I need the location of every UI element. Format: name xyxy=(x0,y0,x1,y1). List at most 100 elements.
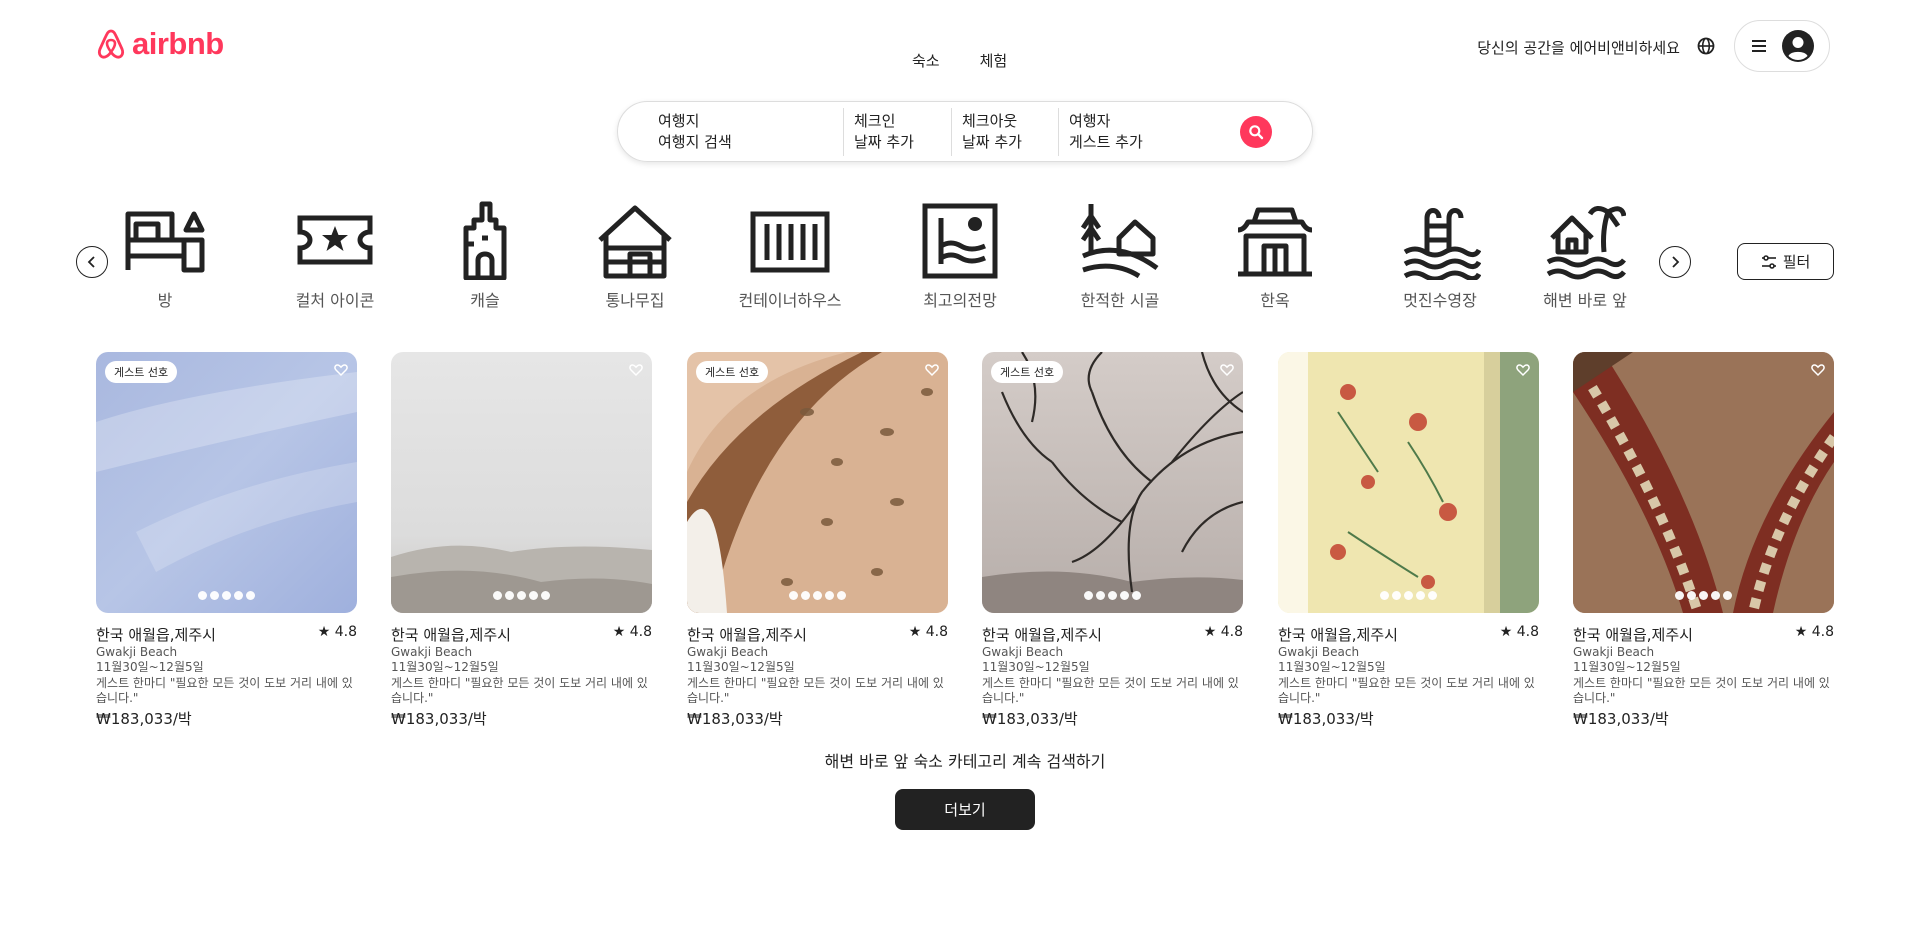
category-next-button[interactable] xyxy=(1659,246,1691,278)
photo-dot[interactable] xyxy=(517,591,526,600)
checkin-value: 날짜 추가 xyxy=(854,132,914,151)
listing-photo[interactable]: 게스트 선호 xyxy=(96,352,357,613)
photo-dot[interactable] xyxy=(1132,591,1141,600)
photo-dot[interactable] xyxy=(1084,591,1093,600)
listing-dates: 11월30일~12월5일 xyxy=(96,660,204,674)
listing-card[interactable]: 한국 애월읍,제주시 ★ 4.8 Gwakji Beach 11월30일~12월… xyxy=(1573,352,1834,729)
category-countryside[interactable]: 한적한 시골 xyxy=(1040,200,1200,311)
heart-icon[interactable] xyxy=(1220,363,1234,377)
tab-experiences[interactable]: 체험 xyxy=(980,50,1008,71)
photo-dot[interactable] xyxy=(541,591,550,600)
chevron-left-icon xyxy=(87,256,95,268)
category-best-view[interactable]: 최고의전망 xyxy=(880,200,1040,311)
category-hanok[interactable]: 한옥 xyxy=(1210,200,1340,311)
listing-price: ₩183,033/박 xyxy=(687,710,783,728)
photo-dot[interactable] xyxy=(493,591,502,600)
globe-icon[interactable] xyxy=(1696,36,1716,56)
tab-stays[interactable]: 숙소 xyxy=(912,50,940,71)
photo-dot[interactable] xyxy=(1404,591,1413,600)
listing-photo[interactable]: 게스트 선호 xyxy=(982,352,1243,613)
listing-price: ₩183,033/박 xyxy=(1573,710,1669,728)
category-label: 한옥 xyxy=(1260,291,1290,310)
photo-dot[interactable] xyxy=(234,591,243,600)
category-label: 방 xyxy=(157,291,173,310)
category-castle[interactable]: 캐슬 xyxy=(420,200,550,311)
photo-dot[interactable] xyxy=(1096,591,1105,600)
listing-rating: ★ 4.8 xyxy=(613,624,652,645)
category-bar: 방 컬처 아이콘 캐슬 통나무집 컨테이너하우스 최고의전망 한적한 시골 한옥… xyxy=(100,200,1640,310)
photo-dot[interactable] xyxy=(801,591,810,600)
photo-dot[interactable] xyxy=(1723,591,1732,600)
listing-review: 게스트 한마디 "필요한 모든 것이 도보 거리 내에 있습니다." xyxy=(1573,676,1830,705)
photo-dot[interactable] xyxy=(246,591,255,600)
photo-dot[interactable] xyxy=(1392,591,1401,600)
category-log-cabin[interactable]: 통나무집 xyxy=(570,200,700,311)
location-input[interactable]: 여행지 검색 xyxy=(658,132,843,153)
photo-dot[interactable] xyxy=(825,591,834,600)
guests-value: 게스트 추가 xyxy=(1069,132,1143,151)
checkin-field[interactable]: 체크인 날짜 추가 xyxy=(843,107,951,156)
photo-dot[interactable] xyxy=(813,591,822,600)
checkout-field[interactable]: 체크아웃 날짜 추가 xyxy=(951,107,1058,156)
listing-location: Gwakji Beach xyxy=(391,645,473,659)
rating-value: 4.8 xyxy=(1516,624,1539,640)
listing-card[interactable]: 게스트 선호 한국 애월읍,제주시 ★ 4.8 Gwakji Beach 11월… xyxy=(687,352,948,729)
photo-dot[interactable] xyxy=(1428,591,1437,600)
castle-icon xyxy=(463,201,507,280)
photo-dot[interactable] xyxy=(1380,591,1389,600)
heart-icon[interactable] xyxy=(1516,363,1530,377)
listing-review: 게스트 한마디 "필요한 모든 것이 도보 거리 내에 있습니다." xyxy=(96,676,353,705)
heart-icon[interactable] xyxy=(334,363,348,377)
category-label: 통나무집 xyxy=(605,291,665,310)
bed-icon xyxy=(125,211,205,273)
category-room[interactable]: 방 xyxy=(100,200,230,311)
heart-icon[interactable] xyxy=(629,363,643,377)
listing-photo-image xyxy=(982,352,1243,613)
listing-card[interactable]: 한국 애월읍,제주시 ★ 4.8 Gwakji Beach 11월30일~12월… xyxy=(1278,352,1539,729)
photo-dot[interactable] xyxy=(1699,591,1708,600)
listing-photo[interactable] xyxy=(391,352,652,613)
category-beachfront[interactable]: 해변 바로 앞 xyxy=(1520,200,1650,311)
guests-field[interactable]: 여행자 게스트 추가 xyxy=(1058,107,1238,156)
listing-photo[interactable] xyxy=(1573,352,1834,613)
rating-value: 4.8 xyxy=(925,624,948,640)
photo-dot[interactable] xyxy=(1416,591,1425,600)
listing-rating: ★ 4.8 xyxy=(909,624,948,645)
photo-dot[interactable] xyxy=(1108,591,1117,600)
photo-dot[interactable] xyxy=(222,591,231,600)
become-host-link[interactable]: 당신의 공간을 에어비앤비하세요 xyxy=(1477,37,1680,58)
filter-button[interactable]: 필터 xyxy=(1737,243,1834,280)
category-amazing-pools[interactable]: 멋진수영장 xyxy=(1370,200,1510,311)
photo-dot[interactable] xyxy=(1675,591,1684,600)
photo-dots xyxy=(982,591,1243,600)
listing-card[interactable]: 게스트 선호 한국 애월읍,제주시 ★ 4.8 Gwakji Beach 11월… xyxy=(982,352,1243,729)
search-button[interactable] xyxy=(1240,115,1272,148)
profile-menu-button[interactable] xyxy=(1734,20,1830,72)
photo-dot[interactable] xyxy=(837,591,846,600)
pool-icon xyxy=(1403,208,1481,280)
photo-dot[interactable] xyxy=(1687,591,1696,600)
listing-card[interactable]: 한국 애월읍,제주시 ★ 4.8 Gwakji Beach 11월30일~12월… xyxy=(391,352,652,729)
rating-value: 4.8 xyxy=(1220,624,1243,640)
listing-card[interactable]: 게스트 선호 한국 애월읍,제주시 ★ 4.8 Gwakji Beach 11월… xyxy=(96,352,357,729)
listing-photo[interactable]: 게스트 선호 xyxy=(687,352,948,613)
heart-icon[interactable] xyxy=(1811,363,1825,377)
photo-dot[interactable] xyxy=(505,591,514,600)
guest-favorite-badge: 게스트 선호 xyxy=(696,361,769,383)
airbnb-logo[interactable]: airbnb xyxy=(96,26,224,62)
category-container-house[interactable]: 컨테이너하우스 xyxy=(710,200,870,311)
photo-dot[interactable] xyxy=(198,591,207,600)
photo-dot[interactable] xyxy=(529,591,538,600)
listing-photo[interactable] xyxy=(1278,352,1539,613)
listing-title: 한국 애월읍,제주시 xyxy=(96,626,216,644)
location-field[interactable]: 여행지 여행지 검색 xyxy=(618,108,843,156)
category-culture-icon[interactable]: 컬처 아이콘 xyxy=(270,200,400,311)
listing-photo-image xyxy=(1573,352,1834,613)
listing-title: 한국 애월읍,제주시 xyxy=(1278,626,1398,644)
photo-dot[interactable] xyxy=(210,591,219,600)
show-more-button[interactable]: 더보기 xyxy=(895,789,1035,830)
heart-icon[interactable] xyxy=(925,363,939,377)
photo-dot[interactable] xyxy=(789,591,798,600)
photo-dot[interactable] xyxy=(1120,591,1129,600)
photo-dot[interactable] xyxy=(1711,591,1720,600)
